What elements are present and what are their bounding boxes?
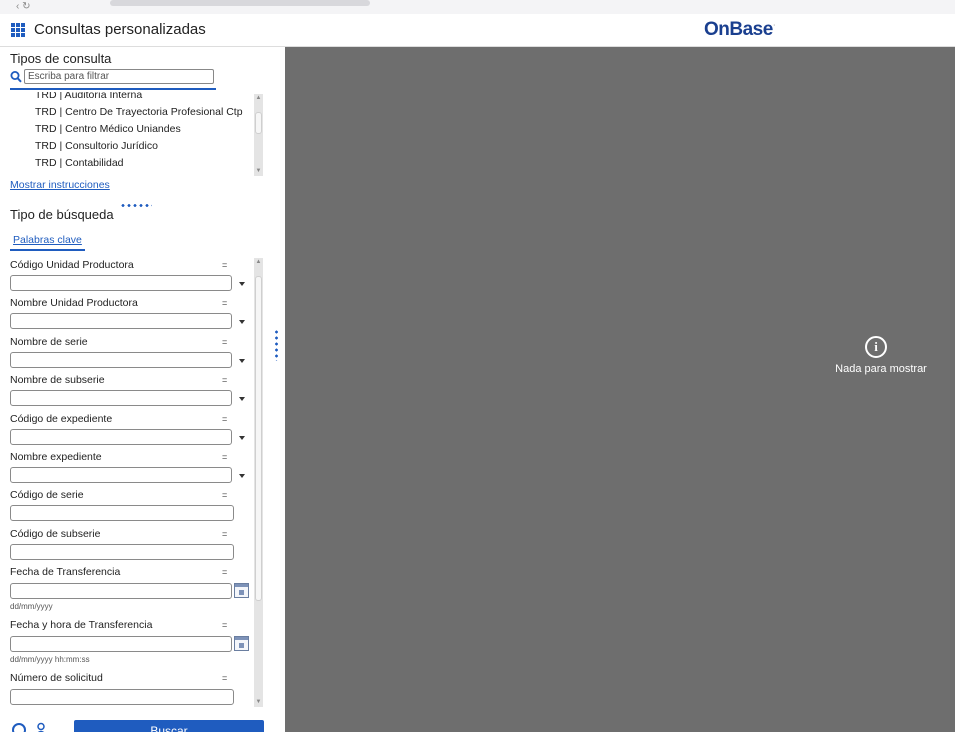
field-operator[interactable]: = — [222, 298, 227, 308]
browser-toolbar: ‹ ↻ — [0, 0, 955, 15]
chevron-down-icon[interactable] — [239, 320, 245, 324]
query-type-scrollbar[interactable]: ▲ ▼ — [254, 94, 263, 176]
search-icon — [10, 71, 22, 83]
field-label: Nombre expediente — [10, 451, 102, 463]
subserie-name-input[interactable] — [10, 390, 232, 406]
field-operator[interactable]: = — [222, 567, 227, 577]
unidad-productora-name-input[interactable] — [10, 313, 232, 329]
filter-underline — [10, 88, 216, 90]
action-bar: Buscar — [0, 718, 270, 732]
query-type-item[interactable]: TRD | Consultorio Jurídico — [10, 138, 254, 155]
chevron-down-icon[interactable] — [239, 397, 245, 401]
field-operator[interactable]: = — [222, 620, 227, 630]
transfer-datetime-input[interactable] — [10, 636, 232, 652]
chevron-down-icon[interactable] — [239, 282, 245, 286]
query-panel: Tipos de consulta TRD | Auditoría Intern… — [0, 47, 270, 732]
chevron-down-icon[interactable] — [239, 359, 245, 363]
show-instructions-link[interactable]: Mostrar instrucciones — [10, 179, 110, 191]
query-type-item[interactable]: TRD | Auditoría Interna — [10, 92, 254, 104]
calendar-icon[interactable] — [234, 636, 249, 651]
scroll-thumb[interactable] — [255, 276, 262, 601]
scroll-down-icon[interactable]: ▼ — [254, 167, 263, 176]
field-operator[interactable]: = — [222, 375, 227, 385]
field-label: Nombre Unidad Productora — [10, 297, 138, 309]
tab-keywords[interactable]: Palabras clave — [10, 232, 85, 251]
field-label: Número de solicitud — [10, 672, 103, 684]
calendar-icon[interactable] — [234, 583, 249, 598]
field-operator[interactable]: = — [222, 452, 227, 462]
apps-grid-icon[interactable] — [11, 23, 25, 37]
field-label: Código de expediente — [10, 413, 113, 425]
search-type-heading: Tipo de búsqueda — [10, 207, 114, 222]
unidad-productora-code-input[interactable] — [10, 275, 232, 291]
horizontal-splitter-handle[interactable] — [120, 204, 152, 207]
query-type-list: TRD | Auditoría Interna TRD | Centro De … — [10, 92, 254, 176]
scroll-thumb[interactable] — [255, 112, 262, 134]
field-operator[interactable]: = — [222, 673, 227, 683]
datetime-format-hint: dd/mm/yyyy hh:mm:ss — [10, 655, 90, 664]
onbase-logo: OnBase· — [704, 19, 776, 40]
query-type-item[interactable]: TRD | Centro Médico Uniandes — [10, 121, 254, 138]
field-label: Nombre de serie — [10, 336, 88, 348]
scroll-up-icon[interactable]: ▲ — [254, 258, 263, 267]
field-label: Fecha y hora de Transferencia — [10, 619, 153, 631]
address-bar[interactable] — [110, 0, 370, 6]
app-header: Consultas personalizadas OnBase· — [0, 14, 955, 47]
field-operator[interactable]: = — [222, 260, 227, 270]
expediente-name-input[interactable] — [10, 467, 232, 483]
query-type-filter-input[interactable] — [24, 69, 214, 84]
field-operator[interactable]: = — [222, 337, 227, 347]
query-types-heading: Tipos de consulta — [10, 51, 112, 66]
serie-name-input[interactable] — [10, 352, 232, 368]
field-label: Nombre de subserie — [10, 374, 105, 386]
user-icon[interactable] — [35, 722, 47, 732]
vertical-splitter — [270, 47, 285, 732]
app-title: Consultas personalizadas — [34, 21, 206, 38]
field-operator[interactable]: = — [222, 490, 227, 500]
document-viewer: i Nada para mostrar — [285, 47, 955, 732]
chevron-down-icon[interactable] — [239, 474, 245, 478]
query-type-item[interactable]: TRD | Contabilidad — [10, 155, 254, 172]
fields-scrollbar[interactable]: ▲ ▼ — [254, 258, 263, 707]
expediente-code-input[interactable] — [10, 429, 232, 445]
field-operator[interactable]: = — [222, 414, 227, 424]
search-fields: Código Unidad Productora = Nombre Unidad… — [0, 257, 270, 707]
request-number-input[interactable] — [10, 689, 234, 705]
search-button[interactable]: Buscar — [74, 720, 264, 732]
browser-nav-icons: ‹ ↻ — [16, 1, 31, 12]
scroll-up-icon[interactable]: ▲ — [254, 94, 263, 103]
date-format-hint: dd/mm/yyyy — [10, 602, 53, 611]
transfer-date-input[interactable] — [10, 583, 232, 599]
filter-box — [10, 69, 216, 86]
chevron-down-icon[interactable] — [239, 436, 245, 440]
subserie-code-input[interactable] — [10, 544, 234, 560]
field-label: Código Unidad Productora — [10, 259, 134, 271]
serie-code-input[interactable] — [10, 505, 234, 521]
field-label: Código de subserie — [10, 528, 101, 540]
field-operator[interactable]: = — [222, 529, 227, 539]
vertical-splitter-handle[interactable] — [275, 329, 278, 361]
field-label: Código de serie — [10, 489, 84, 501]
scroll-down-icon[interactable]: ▼ — [254, 698, 263, 707]
query-type-item[interactable]: TRD | Centro De Trayectoria Profesional … — [10, 104, 254, 121]
info-icon: i — [865, 336, 887, 358]
empty-state-message: Nada para mostrar — [835, 363, 927, 375]
field-label: Fecha de Transferencia — [10, 566, 121, 578]
clock-icon[interactable] — [12, 723, 26, 732]
